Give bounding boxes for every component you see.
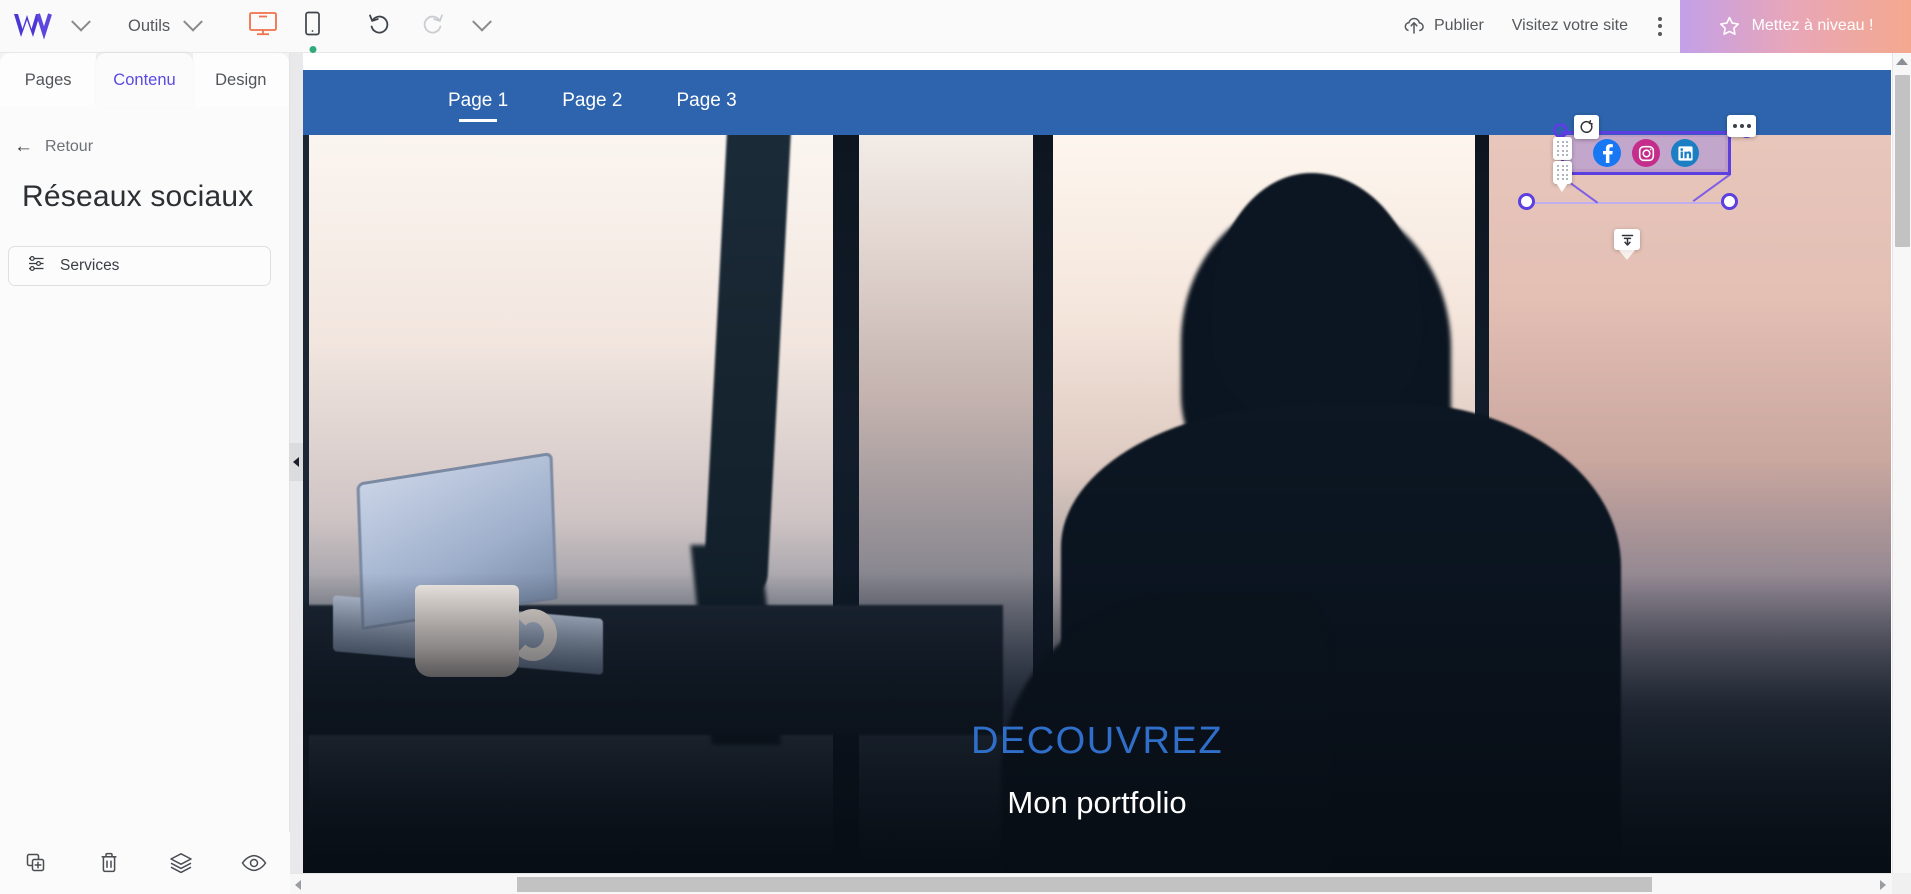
drag-handle-top[interactable] xyxy=(1553,137,1572,160)
sidebar-item-services[interactable]: Services xyxy=(8,246,271,286)
device-switcher xyxy=(246,9,323,53)
visit-site-label: Visitez votre site xyxy=(1511,17,1628,34)
rotate-icon xyxy=(1579,119,1593,133)
hero-section[interactable]: DECOUVREZ Mon portfolio xyxy=(303,135,1891,873)
upgrade-label: Mettez à niveau ! xyxy=(1751,17,1874,34)
scroll-up-arrow-icon[interactable] xyxy=(1896,58,1908,65)
history-controls xyxy=(365,10,495,43)
eye-icon[interactable] xyxy=(218,852,291,874)
layers-icon[interactable] xyxy=(145,851,218,875)
left-side-panel: Pages Contenu Design ← Retour Réseaux so… xyxy=(0,53,290,894)
site-canvas[interactable]: Page 1 Page 2 Page 3 DECOUVREZ Mon portf… xyxy=(303,53,1891,873)
hero-text-block[interactable]: DECOUVREZ Mon portfolio xyxy=(303,719,1891,821)
panel-tabs: Pages Contenu Design xyxy=(0,53,289,107)
brand-chevron-down-icon[interactable] xyxy=(68,11,94,39)
upgrade-button[interactable]: Mettez à niveau ! xyxy=(1680,0,1911,53)
scroll-right-arrow-icon[interactable] xyxy=(1880,880,1886,890)
top-toolbar: Outils Publier Visitez votre site Mettez… xyxy=(0,0,1911,53)
mobile-view-button[interactable] xyxy=(302,9,323,53)
site-nav-page-2[interactable]: Page 2 xyxy=(560,84,624,122)
back-button[interactable]: ← Retour xyxy=(0,107,289,156)
brand-area xyxy=(0,11,94,41)
desktop-view-button[interactable] xyxy=(246,9,280,44)
facebook-icon[interactable] xyxy=(1593,139,1621,167)
tab-design[interactable]: Design xyxy=(192,53,289,107)
site-nav-items: Page 1 Page 2 Page 3 xyxy=(446,84,739,122)
tools-menu-label: Outils xyxy=(128,16,171,35)
tab-pages[interactable]: Pages xyxy=(0,53,97,107)
linkedin-icon[interactable] xyxy=(1671,139,1699,167)
grip-icon-2 xyxy=(1557,164,1568,181)
duplicate-icon[interactable] xyxy=(0,851,73,875)
horizontal-scroll-thumb[interactable] xyxy=(517,877,1652,892)
widget-more-options-button[interactable] xyxy=(1727,115,1756,137)
panel-title: Réseaux sociaux xyxy=(22,180,254,213)
instagram-icon[interactable] xyxy=(1632,139,1660,167)
resize-handle-bottom-right[interactable] xyxy=(1721,193,1738,210)
vertical-scroll-thumb[interactable] xyxy=(1895,75,1910,247)
resize-handle-bottom-left[interactable] xyxy=(1518,193,1535,210)
scroll-left-arrow-icon[interactable] xyxy=(295,880,301,890)
star-icon xyxy=(1719,16,1739,35)
trash-icon[interactable] xyxy=(73,851,146,875)
tools-chevron-down-icon xyxy=(180,11,206,39)
toolbar-kebab-menu-icon[interactable] xyxy=(1642,16,1680,36)
drag-handle-bottom[interactable] xyxy=(1553,161,1572,192)
redo-button[interactable] xyxy=(417,10,447,43)
sliders-icon xyxy=(27,255,46,277)
publish-button[interactable]: Publier xyxy=(1389,16,1498,36)
toolbar-right-group: Publier Visitez votre site Mettez à nive… xyxy=(1389,0,1911,53)
canvas-horizontal-scrollbar[interactable] xyxy=(290,873,1892,894)
head-shape xyxy=(1211,173,1423,423)
publish-label: Publier xyxy=(1433,17,1484,34)
collapse-panel-button[interactable] xyxy=(289,443,303,481)
panel-footer-toolbar xyxy=(0,832,290,894)
hero-subheading: Mon portfolio xyxy=(1007,785,1187,820)
grip-icon xyxy=(1557,140,1568,157)
history-chevron-down-icon[interactable] xyxy=(469,11,495,39)
scrollbar-corner xyxy=(1892,873,1911,894)
social-icons-row xyxy=(1567,137,1725,169)
align-bottom-button[interactable] xyxy=(1614,229,1640,260)
sidebar-item-label: Services xyxy=(60,257,120,274)
back-label: Retour xyxy=(45,137,94,155)
chevron-left-icon xyxy=(293,457,299,467)
undo-button[interactable] xyxy=(365,10,395,43)
selection-guide-bottom xyxy=(1528,202,1732,204)
tab-contenu[interactable]: Contenu xyxy=(96,53,193,107)
mobile-status-dot xyxy=(309,45,317,53)
resize-handle-top-left[interactable] xyxy=(1553,123,1568,138)
hero-heading: DECOUVREZ xyxy=(970,720,1224,763)
site-nav-page-1[interactable]: Page 1 xyxy=(446,84,510,122)
tools-menu[interactable]: Outils xyxy=(128,11,206,39)
align-down-icon xyxy=(1621,234,1633,246)
wix-logo[interactable] xyxy=(12,11,54,41)
arrow-left-icon: ← xyxy=(14,136,33,157)
site-nav-page-3[interactable]: Page 3 xyxy=(674,84,738,122)
site-navigation-bar[interactable]: Page 1 Page 2 Page 3 xyxy=(303,70,1891,135)
visit-site-button[interactable]: Visitez votre site xyxy=(1498,17,1642,35)
canvas-vertical-scrollbar[interactable] xyxy=(1892,53,1911,894)
rotate-handle-button[interactable] xyxy=(1574,115,1599,139)
